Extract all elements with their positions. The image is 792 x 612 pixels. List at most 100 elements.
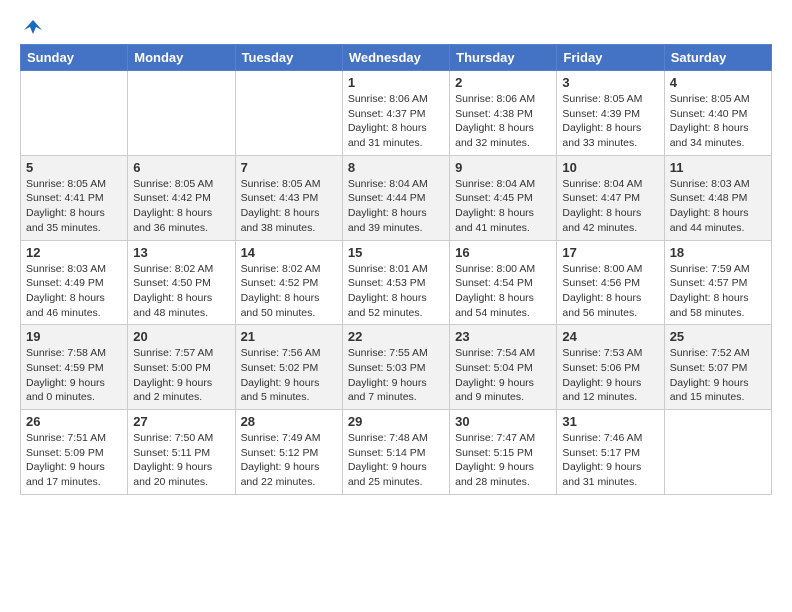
- day-info: Sunrise: 8:06 AMSunset: 4:37 PMDaylight:…: [348, 92, 444, 151]
- day-info: Sunrise: 7:52 AMSunset: 5:07 PMDaylight:…: [670, 346, 766, 405]
- day-info: Sunrise: 7:50 AMSunset: 5:11 PMDaylight:…: [133, 431, 229, 490]
- calendar-cell: 2 Sunrise: 8:06 AMSunset: 4:38 PMDaylight…: [450, 71, 557, 156]
- calendar-cell: 23 Sunrise: 7:54 AMSunset: 5:04 PMDayligh…: [450, 325, 557, 410]
- day-info: Sunrise: 7:56 AMSunset: 5:02 PMDaylight:…: [241, 346, 337, 405]
- day-number: 10: [562, 160, 658, 175]
- day-info: Sunrise: 8:00 AMSunset: 4:54 PMDaylight:…: [455, 262, 551, 321]
- day-info: Sunrise: 8:05 AMSunset: 4:43 PMDaylight:…: [241, 177, 337, 236]
- calendar-cell: 17 Sunrise: 8:00 AMSunset: 4:56 PMDayligh…: [557, 240, 664, 325]
- day-info: Sunrise: 7:51 AMSunset: 5:09 PMDaylight:…: [26, 431, 122, 490]
- day-number: 3: [562, 75, 658, 90]
- day-number: 16: [455, 245, 551, 260]
- day-number: 29: [348, 414, 444, 429]
- weekday-header-row: SundayMondayTuesdayWednesdayThursdayFrid…: [21, 45, 772, 71]
- day-number: 28: [241, 414, 337, 429]
- calendar-week-3: 12 Sunrise: 8:03 AMSunset: 4:49 PMDayligh…: [21, 240, 772, 325]
- calendar-cell: 10Sunrise: 8:04 AMSunset: 4:47 PMDayligh…: [557, 155, 664, 240]
- day-number: 27: [133, 414, 229, 429]
- day-info: Sunrise: 8:05 AMSunset: 4:39 PMDaylight:…: [562, 92, 658, 151]
- day-info: Sunrise: 8:03 AMSunset: 4:49 PMDaylight:…: [26, 262, 122, 321]
- calendar-cell: 21 Sunrise: 7:56 AMSunset: 5:02 PMDayligh…: [235, 325, 342, 410]
- day-info: Sunrise: 8:01 AMSunset: 4:53 PMDaylight:…: [348, 262, 444, 321]
- day-info: Sunrise: 7:58 AMSunset: 4:59 PMDaylight:…: [26, 346, 122, 405]
- calendar-cell: [235, 71, 342, 156]
- calendar-cell: 30Sunrise: 7:47 AMSunset: 5:15 PMDayligh…: [450, 410, 557, 495]
- day-info: Sunrise: 8:04 AMSunset: 4:45 PMDaylight:…: [455, 177, 551, 236]
- day-number: 6: [133, 160, 229, 175]
- calendar-cell: 18 Sunrise: 7:59 AMSunset: 4:57 PMDayligh…: [664, 240, 771, 325]
- day-number: 31: [562, 414, 658, 429]
- day-number: 21: [241, 329, 337, 344]
- weekday-header-monday: Monday: [128, 45, 235, 71]
- day-number: 13: [133, 245, 229, 260]
- day-info: Sunrise: 8:05 AMSunset: 4:42 PMDaylight:…: [133, 177, 229, 236]
- day-number: 19: [26, 329, 122, 344]
- calendar-cell: 6 Sunrise: 8:05 AMSunset: 4:42 PMDaylight…: [128, 155, 235, 240]
- calendar-table: SundayMondayTuesdayWednesdayThursdayFrid…: [20, 44, 772, 495]
- day-info: Sunrise: 7:59 AMSunset: 4:57 PMDaylight:…: [670, 262, 766, 321]
- weekday-header-sunday: Sunday: [21, 45, 128, 71]
- day-info: Sunrise: 7:53 AMSunset: 5:06 PMDaylight:…: [562, 346, 658, 405]
- calendar-cell: 25Sunrise: 7:52 AMSunset: 5:07 PMDayligh…: [664, 325, 771, 410]
- day-number: 4: [670, 75, 766, 90]
- day-info: Sunrise: 8:02 AMSunset: 4:50 PMDaylight:…: [133, 262, 229, 321]
- day-info: Sunrise: 7:54 AMSunset: 5:04 PMDaylight:…: [455, 346, 551, 405]
- day-number: 18: [670, 245, 766, 260]
- calendar-cell: 27 Sunrise: 7:50 AMSunset: 5:11 PMDayligh…: [128, 410, 235, 495]
- weekday-header-thursday: Thursday: [450, 45, 557, 71]
- day-number: 2: [455, 75, 551, 90]
- day-info: Sunrise: 7:49 AMSunset: 5:12 PMDaylight:…: [241, 431, 337, 490]
- calendar-cell: 19 Sunrise: 7:58 AMSunset: 4:59 PMDayligh…: [21, 325, 128, 410]
- calendar-cell: 29 Sunrise: 7:48 AMSunset: 5:14 PMDayligh…: [342, 410, 449, 495]
- day-info: Sunrise: 8:06 AMSunset: 4:38 PMDaylight:…: [455, 92, 551, 151]
- day-number: 22: [348, 329, 444, 344]
- calendar-cell: [664, 410, 771, 495]
- day-info: Sunrise: 8:05 AMSunset: 4:40 PMDaylight:…: [670, 92, 766, 151]
- calendar-cell: 12 Sunrise: 8:03 AMSunset: 4:49 PMDayligh…: [21, 240, 128, 325]
- day-info: Sunrise: 7:57 AMSunset: 5:00 PMDaylight:…: [133, 346, 229, 405]
- day-number: 24: [562, 329, 658, 344]
- day-number: 12: [26, 245, 122, 260]
- calendar-cell: 5 Sunrise: 8:05 AMSunset: 4:41 PMDaylight…: [21, 155, 128, 240]
- logo-bird-icon: [22, 16, 44, 38]
- calendar-cell: [128, 71, 235, 156]
- calendar-cell: 1Sunrise: 8:06 AMSunset: 4:37 PMDaylight…: [342, 71, 449, 156]
- day-number: 23: [455, 329, 551, 344]
- day-info: Sunrise: 8:03 AMSunset: 4:48 PMDaylight:…: [670, 177, 766, 236]
- calendar-week-4: 19 Sunrise: 7:58 AMSunset: 4:59 PMDayligh…: [21, 325, 772, 410]
- weekday-header-wednesday: Wednesday: [342, 45, 449, 71]
- day-info: Sunrise: 7:55 AMSunset: 5:03 PMDaylight:…: [348, 346, 444, 405]
- calendar-cell: 11Sunrise: 8:03 AMSunset: 4:48 PMDayligh…: [664, 155, 771, 240]
- day-number: 17: [562, 245, 658, 260]
- calendar-week-5: 26 Sunrise: 7:51 AMSunset: 5:09 PMDayligh…: [21, 410, 772, 495]
- calendar-cell: 15 Sunrise: 8:01 AMSunset: 4:53 PMDayligh…: [342, 240, 449, 325]
- day-info: Sunrise: 8:04 AMSunset: 4:44 PMDaylight:…: [348, 177, 444, 236]
- calendar-cell: 9 Sunrise: 8:04 AMSunset: 4:45 PMDaylight…: [450, 155, 557, 240]
- day-number: 8: [348, 160, 444, 175]
- calendar-cell: 3 Sunrise: 8:05 AMSunset: 4:39 PMDaylight…: [557, 71, 664, 156]
- weekday-header-tuesday: Tuesday: [235, 45, 342, 71]
- calendar-week-2: 5 Sunrise: 8:05 AMSunset: 4:41 PMDaylight…: [21, 155, 772, 240]
- calendar-cell: 7 Sunrise: 8:05 AMSunset: 4:43 PMDaylight…: [235, 155, 342, 240]
- page: SundayMondayTuesdayWednesdayThursdayFrid…: [0, 0, 792, 612]
- day-info: Sunrise: 8:00 AMSunset: 4:56 PMDaylight:…: [562, 262, 658, 321]
- weekday-header-friday: Friday: [557, 45, 664, 71]
- calendar-cell: 13 Sunrise: 8:02 AMSunset: 4:50 PMDayligh…: [128, 240, 235, 325]
- day-number: 5: [26, 160, 122, 175]
- day-number: 26: [26, 414, 122, 429]
- day-info: Sunrise: 7:48 AMSunset: 5:14 PMDaylight:…: [348, 431, 444, 490]
- day-info: Sunrise: 7:46 AMSunset: 5:17 PMDaylight:…: [562, 431, 658, 490]
- logo-wrapper: [20, 16, 46, 38]
- day-info: Sunrise: 8:05 AMSunset: 4:41 PMDaylight:…: [26, 177, 122, 236]
- header: [20, 16, 772, 34]
- calendar-cell: 24 Sunrise: 7:53 AMSunset: 5:06 PMDayligh…: [557, 325, 664, 410]
- day-number: 7: [241, 160, 337, 175]
- calendar-cell: 31 Sunrise: 7:46 AMSunset: 5:17 PMDayligh…: [557, 410, 664, 495]
- calendar-week-1: 1Sunrise: 8:06 AMSunset: 4:37 PMDaylight…: [21, 71, 772, 156]
- calendar-cell: [21, 71, 128, 156]
- day-number: 9: [455, 160, 551, 175]
- day-info: Sunrise: 7:47 AMSunset: 5:15 PMDaylight:…: [455, 431, 551, 490]
- day-number: 14: [241, 245, 337, 260]
- day-number: 15: [348, 245, 444, 260]
- weekday-header-saturday: Saturday: [664, 45, 771, 71]
